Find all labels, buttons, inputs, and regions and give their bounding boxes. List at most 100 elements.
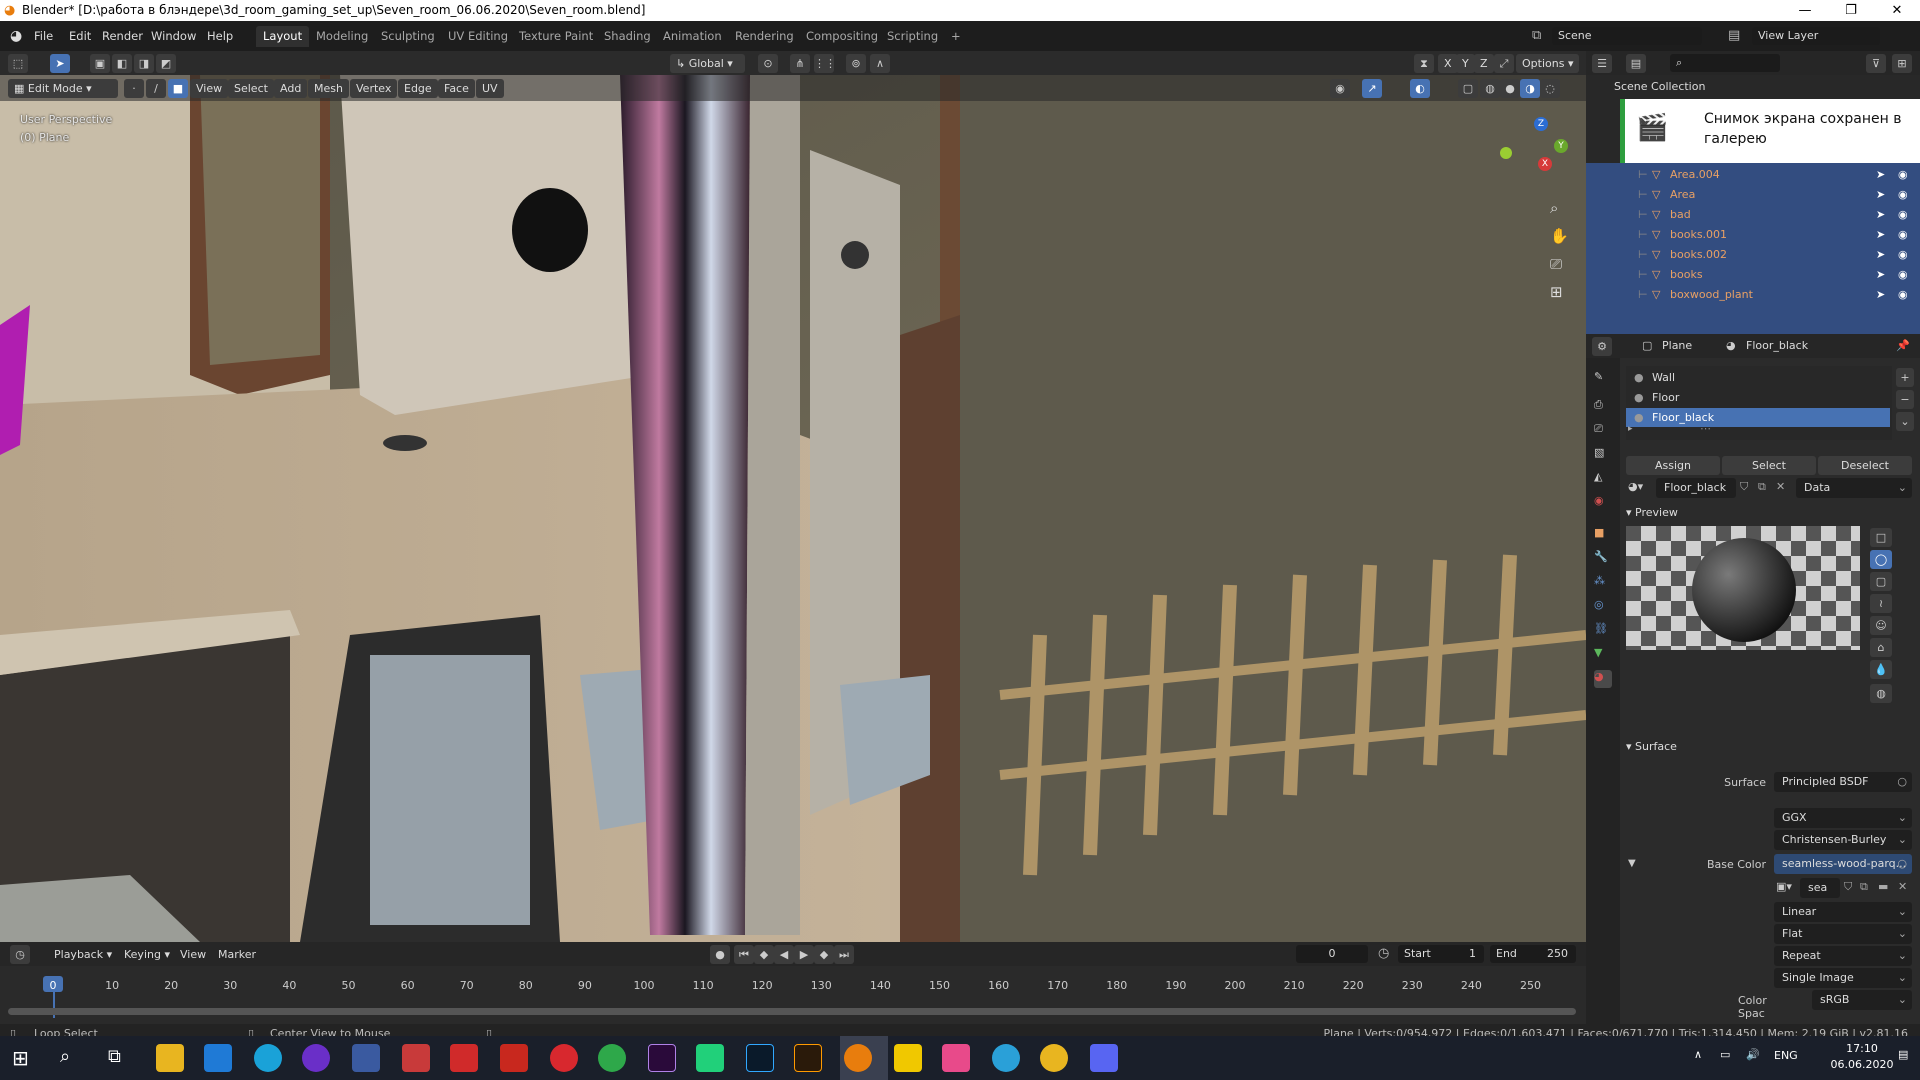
selectable-icon[interactable]: ➤ xyxy=(1876,165,1885,185)
slot-specials-icon[interactable]: ⌄ xyxy=(1896,412,1914,431)
slot-list-grip-icon[interactable]: ⋯ xyxy=(1700,422,1711,435)
overlay-toggle-icon[interactable]: ◐ xyxy=(1410,79,1430,98)
particles-tab-icon[interactable]: ⁂ xyxy=(1594,574,1612,592)
preview-sphere-icon[interactable]: ◯ xyxy=(1870,550,1892,569)
tab-modeling[interactable]: Modeling xyxy=(309,26,375,47)
pan-hand-icon[interactable]: ✋ xyxy=(1550,227,1569,245)
ortho-grid-icon[interactable]: ⊞ xyxy=(1550,283,1563,301)
editor-type-icon[interactable]: ⬚ xyxy=(8,54,28,73)
selectable-icon[interactable]: ➤ xyxy=(1876,185,1885,205)
display-mode-icon[interactable]: ▤ xyxy=(1626,54,1646,73)
vertex-select-icon[interactable]: · xyxy=(124,79,144,98)
select-extend-icon[interactable]: ◧ xyxy=(112,54,132,73)
rar-app-icon[interactable] xyxy=(450,1044,478,1072)
camera-view-icon[interactable]: ⎚ xyxy=(1550,255,1562,273)
outliner-item[interactable]: ⊢ ▽ boxwood_plant ➤ ◉ xyxy=(1586,285,1920,305)
preview-cube-icon[interactable]: ▢ xyxy=(1870,572,1892,591)
render-tab-icon[interactable]: ⎙ xyxy=(1594,398,1612,416)
tray-expand-icon[interactable]: ∧ xyxy=(1694,1048,1702,1061)
menu-uv[interactable]: UV xyxy=(476,79,504,98)
gizmo-z-axis[interactable]: Z xyxy=(1534,117,1548,131)
slot-expand-icon[interactable]: ▸ xyxy=(1628,424,1633,434)
transform-orientation-dropdown[interactable]: ↳ Global ▾ xyxy=(670,54,745,73)
view-layer-selector[interactable]: View Layer xyxy=(1752,27,1880,45)
selectable-icon[interactable]: ➤ xyxy=(1876,265,1885,285)
select-tool-icon[interactable]: ➤ xyxy=(50,54,70,73)
select-box-icon[interactable]: ▣ xyxy=(90,54,110,73)
preview-panel-header[interactable]: ▾ Preview xyxy=(1626,506,1678,519)
base-color-texture-field[interactable]: seamless-wood-parq... ○ xyxy=(1774,854,1912,874)
source-dropdown[interactable]: Single Image ⌄ xyxy=(1774,968,1912,988)
duplicate-material-icon[interactable]: ⧉ xyxy=(1758,480,1766,494)
wireframe-shading-icon[interactable]: ◍ xyxy=(1480,79,1500,98)
outliner-item[interactable]: ⊢ ▽ Area ➤ ◉ xyxy=(1586,185,1920,205)
base-color-expand-icon[interactable]: ▼ xyxy=(1628,858,1636,869)
eye-icon[interactable]: ◉ xyxy=(1898,285,1908,305)
scene-selector[interactable]: Scene xyxy=(1552,27,1702,45)
options-dropdown[interactable]: Options ▾ xyxy=(1516,54,1580,73)
link-dropdown[interactable]: Data ⌄ xyxy=(1796,478,1912,498)
select-subtract-icon[interactable]: ◨ xyxy=(134,54,154,73)
timeline-scrollbar[interactable] xyxy=(8,1008,1576,1015)
view-layer-tab-icon[interactable]: ▧ xyxy=(1594,446,1612,464)
language-indicator[interactable]: ENG xyxy=(1774,1049,1798,1062)
menu-file[interactable]: File xyxy=(34,29,53,43)
gizmo-x-axis[interactable]: X xyxy=(1538,157,1552,171)
object-data-tab-icon[interactable]: ▼ xyxy=(1594,646,1612,664)
properties-editor[interactable]: ⚙ ▢ Plane ◕ Floor_black 📌 ✎ ⎙ ⎚ ▧ ◭ ◉ ■ … xyxy=(1586,334,1920,1024)
deselect-button[interactable]: Deselect xyxy=(1818,456,1912,475)
projection-dropdown[interactable]: Flat ⌄ xyxy=(1774,924,1912,944)
image-duplicate-icon[interactable]: ⧉ xyxy=(1860,880,1868,894)
surface-panel-header[interactable]: ▾ Surface xyxy=(1626,740,1677,753)
object-tab-icon[interactable]: ■ xyxy=(1594,526,1612,544)
image-browse-icon[interactable]: ▣▾ xyxy=(1776,880,1792,893)
menu-edge[interactable]: Edge xyxy=(398,79,438,98)
menu-window[interactable]: Window xyxy=(151,29,196,43)
falloff-icon[interactable]: ∧ xyxy=(870,54,890,73)
modifier-tab-icon[interactable]: 🔧 xyxy=(1594,550,1612,568)
outliner[interactable]: ☰ ▤ ⌕ ⊽ ⊞ Scene Collection 🎬 Снимок экра… xyxy=(1586,51,1920,335)
rendered-shading-icon[interactable]: ◌ xyxy=(1540,79,1560,98)
clock-time[interactable]: 17:10 xyxy=(1834,1042,1890,1055)
preview-hair-icon[interactable]: ≀ xyxy=(1870,594,1892,613)
s-app-icon[interactable] xyxy=(500,1044,528,1072)
preview-world-icon[interactable]: ◍ xyxy=(1870,684,1892,703)
select-invert-icon[interactable]: ◩ xyxy=(156,54,176,73)
mail-icon[interactable] xyxy=(204,1044,232,1072)
edge-browser-icon[interactable] xyxy=(254,1044,282,1072)
illustrator-icon[interactable] xyxy=(794,1044,822,1072)
timeline-editor[interactable]: ◷ Playback ▾ Keying ▾ View Marker ● ⏮ ◆ … xyxy=(0,942,1586,1024)
face-select-icon[interactable]: ■ xyxy=(168,79,188,98)
tab-shading[interactable]: Shading xyxy=(597,26,658,47)
eye-icon[interactable]: ◉ xyxy=(1898,265,1908,285)
browse-material-icon[interactable]: ◕▾ xyxy=(1628,480,1643,493)
outliner-item[interactable]: ⊢ ▽ books ➤ ◉ xyxy=(1586,265,1920,285)
eye-icon[interactable]: ◉ xyxy=(1898,185,1908,205)
search-icon[interactable]: ⌕ xyxy=(60,1046,70,1067)
subsurface-method-dropdown[interactable]: Christensen-Burley ⌄ xyxy=(1774,830,1912,850)
gizmo-neg-y[interactable] xyxy=(1500,147,1512,159)
gizmo-y-axis[interactable]: Y xyxy=(1554,139,1568,153)
outliner-editor-icon[interactable]: ☰ xyxy=(1592,54,1612,73)
pycharm-icon[interactable] xyxy=(696,1044,724,1072)
outliner-search-input[interactable]: ⌕ xyxy=(1670,54,1780,72)
s-red-app-icon[interactable] xyxy=(550,1044,578,1072)
menu-view[interactable]: View xyxy=(190,79,229,98)
preview-monkey-icon[interactable]: ☺ xyxy=(1870,616,1892,635)
preview-fluid-icon[interactable]: 💧 xyxy=(1870,660,1892,679)
menu-add[interactable]: Add xyxy=(274,79,308,98)
output-tab-icon[interactable]: ⎚ xyxy=(1594,422,1612,440)
slack-icon[interactable] xyxy=(942,1044,970,1072)
minimize-button[interactable]: — xyxy=(1782,0,1828,21)
interpolation-dropdown[interactable]: Linear ⌄ xyxy=(1774,902,1912,922)
color-space-dropdown[interactable]: sRGB ⌄ xyxy=(1812,990,1912,1010)
premiere-icon[interactable] xyxy=(648,1044,676,1072)
snap-icon[interactable]: ⋔ xyxy=(790,54,810,73)
image-fake-user-icon[interactable]: ⛉ xyxy=(1844,880,1852,894)
chrome-icon[interactable] xyxy=(1040,1044,1068,1072)
distribution-dropdown[interactable]: GGX ⌄ xyxy=(1774,808,1912,828)
material-slot[interactable]: ● Floor_black xyxy=(1626,408,1890,427)
world-tab-icon[interactable]: ◉ xyxy=(1594,494,1612,512)
material-shading-icon[interactable]: ◑ xyxy=(1520,79,1540,98)
maximize-button[interactable]: ❐ xyxy=(1828,0,1874,21)
